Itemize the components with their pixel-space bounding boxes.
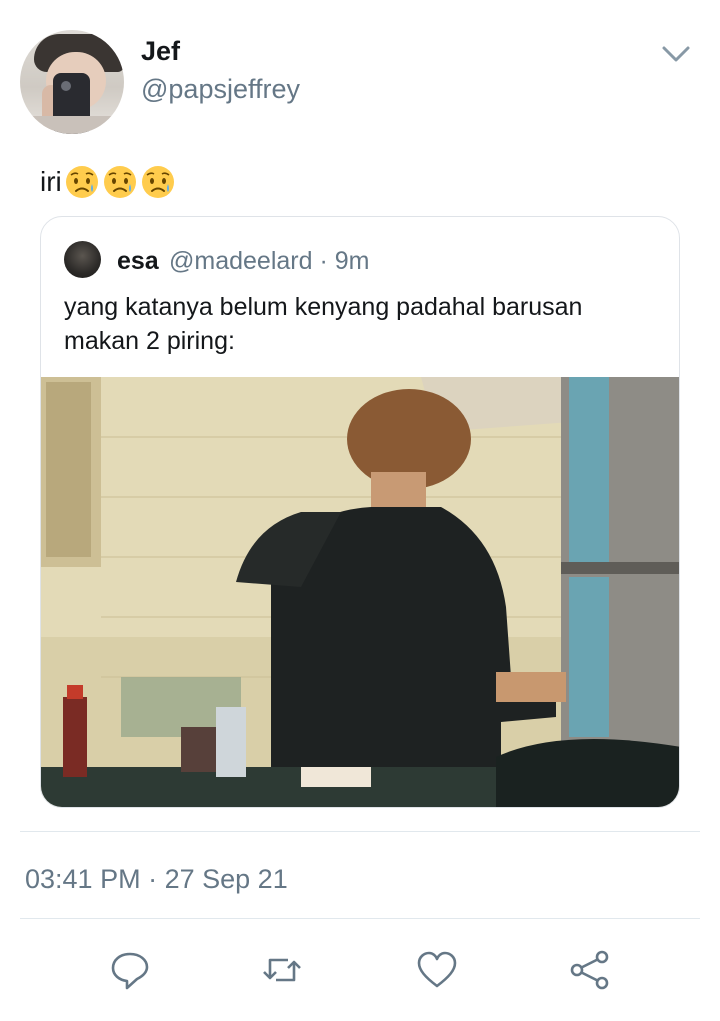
tweet-text: iri (40, 164, 176, 200)
sad-but-relieved-face-icon (141, 166, 174, 198)
quoted-author-name: esa (117, 247, 159, 275)
chevron-down-icon[interactable] (660, 40, 692, 68)
reply-button[interactable] (108, 948, 152, 992)
author-avatar[interactable] (20, 30, 124, 134)
share-button[interactable] (568, 948, 612, 992)
like-icon (417, 951, 457, 988)
quoted-author-meta: @madeelard · 9m (169, 247, 369, 276)
author-name[interactable]: Jef (141, 36, 180, 67)
timestamp-date: 27 Sep 21 (164, 864, 288, 894)
quoted-author-avatar (64, 241, 101, 278)
tweet-timestamp: 03:41 PM · 27 Sep 21 (25, 864, 288, 895)
tweet-body: iri (40, 166, 62, 197)
quoted-time-ago: 9m (334, 247, 370, 275)
quoted-tweet-photo[interactable] (41, 377, 680, 808)
divider (20, 831, 700, 832)
timestamp-separator: · (148, 864, 158, 894)
retweet-icon (263, 958, 301, 982)
like-button[interactable] (415, 948, 459, 992)
retweet-button[interactable] (260, 948, 304, 992)
sad-but-relieved-face-icon (103, 166, 136, 198)
sad-but-relieved-face-icon (65, 166, 98, 198)
quoted-tweet-card[interactable]: esa @madeelard · 9m yang katanya belum k… (40, 216, 680, 808)
meta-separator: · (319, 247, 328, 275)
divider (20, 918, 700, 919)
author-handle[interactable]: @papsjeffrey (141, 74, 300, 105)
quoted-author-handle: @madeelard (169, 247, 313, 275)
avatar-shirt (20, 116, 124, 134)
quoted-tweet-text: yang katanya belum kenyang padahal barus… (64, 293, 583, 355)
timestamp-time: 03:41 PM (25, 864, 141, 894)
share-icon (570, 950, 609, 990)
reply-icon (111, 952, 149, 990)
